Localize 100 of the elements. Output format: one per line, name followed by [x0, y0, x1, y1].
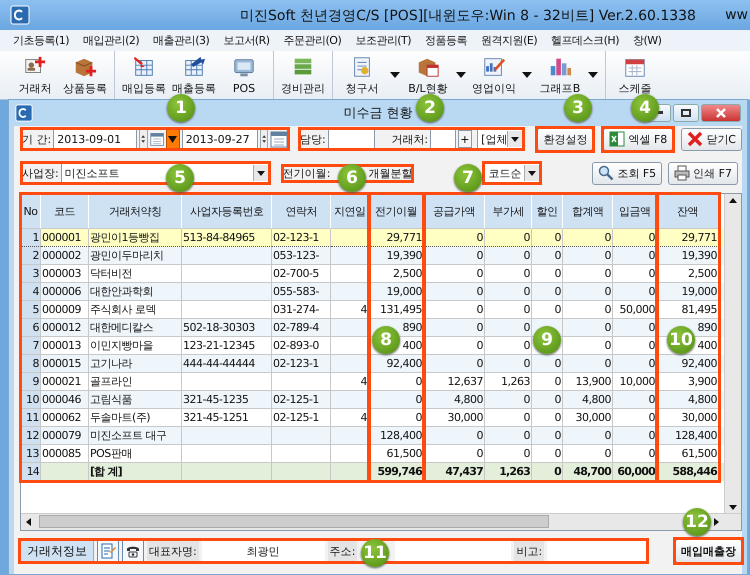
date-field[interactable]: 2013-09-27 [182, 129, 258, 149]
caret-icon[interactable] [522, 72, 532, 78]
client-info-tab[interactable]: 거래처정보 [20, 540, 94, 562]
app-icon[interactable] [15, 104, 33, 122]
phone-button[interactable] [122, 540, 144, 562]
menu-item[interactable]: 보조관리(T) [348, 33, 418, 48]
toolbar-button[interactable]: 상품등록 [60, 54, 110, 96]
menu-item[interactable]: 헬프데스크(H) [544, 33, 626, 48]
print-button[interactable]: 인쇄 F7 [668, 162, 738, 184]
column-header[interactable]: 할인 [532, 194, 563, 229]
table-cell: 0 [524, 303, 530, 316]
table-cell: 0 [648, 393, 655, 406]
caret-icon[interactable] [456, 72, 466, 78]
column-header[interactable]: 전기이월 [369, 194, 424, 229]
table-cell: 000062 [42, 411, 81, 424]
table-cell: 0 [604, 231, 611, 244]
table-cell: 0 [648, 285, 655, 298]
search-icon [598, 165, 614, 181]
column-header[interactable]: 지연일 [331, 194, 369, 229]
menu-item[interactable]: 주문관리(O) [276, 33, 348, 48]
table-cell: 7 [32, 339, 39, 352]
table-cell: 0 [476, 267, 483, 280]
column-header[interactable]: 잔액 [657, 194, 719, 229]
toolbar-button[interactable]: POS [219, 54, 269, 96]
address-field[interactable] [395, 541, 512, 561]
calendar-icon[interactable] [270, 130, 288, 148]
note-field[interactable] [547, 541, 648, 561]
toolbar-button[interactable]: 청구서 [337, 54, 403, 96]
table-cell: 000012 [42, 321, 81, 334]
table-cell: 890 [698, 321, 717, 334]
toolbar-button[interactable]: 그래프B [535, 54, 601, 96]
table-cell: 02-123-1 [273, 357, 319, 370]
table-cell: 0 [476, 447, 483, 460]
table-cell: 30,000 [448, 411, 483, 424]
table-cell: 000013 [42, 339, 81, 352]
calendar-icon[interactable] [150, 130, 164, 148]
column-header[interactable]: No [21, 194, 41, 229]
menu-item[interactable]: 보고서(R) [216, 33, 277, 48]
column-header[interactable]: 코드 [41, 194, 89, 229]
app-icon[interactable] [10, 5, 30, 25]
close-icon [716, 108, 726, 118]
toolbar-button[interactable]: 매입등록 [119, 54, 169, 96]
column-header[interactable]: 합계액 [563, 194, 613, 229]
horizontal-scrollbar[interactable] [21, 513, 741, 530]
table-cell: 0 [476, 357, 483, 370]
table-cell: 13 [26, 447, 39, 460]
scroll-up-icon[interactable] [728, 196, 738, 206]
column-header[interactable]: 거래처약칭 [89, 194, 182, 229]
table-cell: 19,000 [386, 285, 422, 298]
highlight-frame [482, 161, 542, 185]
table-cell: 4,800 [582, 393, 611, 406]
table-cell: 92,400 [386, 357, 422, 370]
table-cell: 0 [554, 375, 561, 388]
menu-item[interactable]: 매입관리(2) [76, 33, 146, 48]
window-title-cut: ww [725, 7, 748, 23]
caret-icon[interactable] [588, 72, 598, 78]
scroll-right-icon[interactable] [711, 517, 721, 527]
menu-item[interactable]: 매출관리(3) [146, 33, 216, 48]
menu-item[interactable]: 원격지원(E) [474, 33, 544, 48]
close-window-button[interactable]: 닫기C [681, 128, 742, 150]
table-cell: 1,263 [499, 465, 530, 478]
table-cell: 400 [402, 339, 422, 352]
client-field[interactable] [430, 129, 456, 149]
close-button[interactable] [701, 104, 741, 122]
toolbar-button[interactable]: B/L현황 [403, 54, 469, 96]
toolbar-button[interactable]: 경비관리 [278, 54, 328, 96]
toolbar-button[interactable]: 스케줄 [610, 54, 660, 96]
table-cell: 4 [360, 303, 367, 316]
column-header[interactable]: 공급가액 [424, 194, 485, 229]
dropdown-button[interactable] [166, 129, 180, 149]
table-cell: 0 [524, 447, 530, 460]
edit-button[interactable] [97, 540, 119, 562]
maximize-button[interactable] [673, 104, 699, 122]
search-button[interactable]: 조회 F5 [592, 162, 662, 184]
table-cell: 400 [698, 339, 717, 352]
table-cell: 0 [554, 429, 561, 442]
column-header[interactable]: 부가세 [485, 194, 532, 229]
carryover-option[interactable]: 개월분할 [368, 166, 412, 180]
date-field[interactable]: 2013-09-01 [53, 129, 138, 149]
table-cell: 4 [360, 375, 367, 388]
menu-item[interactable]: 기초등록(1) [6, 33, 76, 48]
menu-item[interactable]: 정품등록 [418, 33, 474, 48]
vertical-scrollbar[interactable] [724, 194, 741, 514]
toolbar-button[interactable]: 매출등록 [169, 54, 219, 96]
caret-icon[interactable] [390, 72, 400, 78]
table-cell: 골프라인 [90, 374, 132, 389]
owner-field[interactable]: 최광민 [202, 541, 325, 561]
manager-field[interactable] [328, 129, 376, 149]
add-button[interactable]: + [458, 130, 472, 148]
scroll-left-icon[interactable] [24, 517, 34, 527]
column-header[interactable]: 연락처 [272, 194, 331, 229]
toolbar-button[interactable]: 영업이익 [469, 54, 535, 96]
highlight-frame [673, 537, 744, 565]
document-icon [100, 543, 116, 559]
menu-item[interactable]: 창(W) [626, 33, 668, 48]
column-header[interactable]: 입금액 [613, 194, 657, 229]
toolbar-button[interactable]: 거래처 [10, 54, 60, 96]
table-cell: 0 [524, 249, 530, 262]
table-cell: 0 [416, 375, 422, 388]
column-header[interactable]: 사업자등록번호 [182, 194, 272, 229]
